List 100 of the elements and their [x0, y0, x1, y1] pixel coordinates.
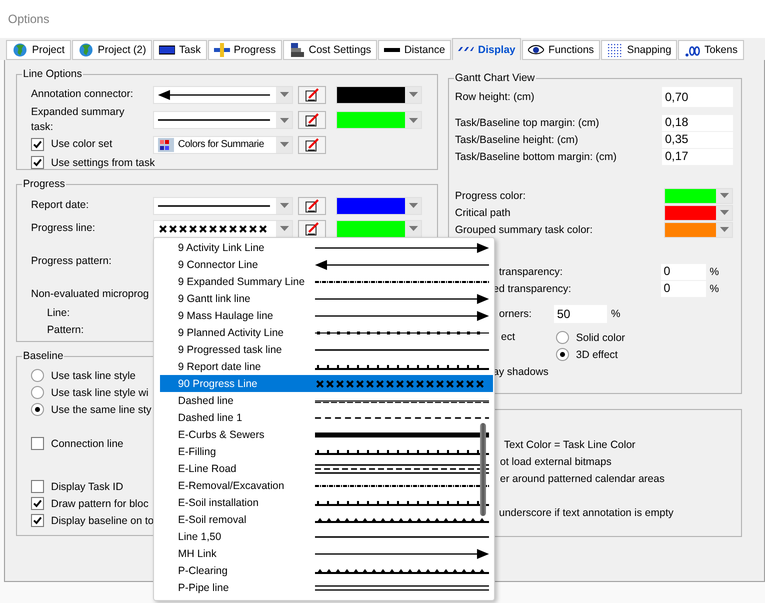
edit-button[interactable]	[298, 196, 326, 214]
tab[interactable]: Project (2)	[72, 40, 152, 60]
edit-button[interactable]	[298, 86, 326, 104]
radio-label: Use task line style wi	[51, 386, 148, 398]
radio-button[interactable]	[556, 331, 569, 344]
radio-label: Use task line style	[51, 370, 136, 382]
group-title: Gantt Chart View	[454, 72, 536, 84]
edit-button[interactable]	[298, 136, 326, 154]
line-style-dropdown[interactable]	[153, 86, 293, 104]
input-field[interactable]: 0,17	[662, 148, 733, 164]
list-item[interactable]: E-Filling	[160, 443, 493, 460]
checkbox-label: er around patterned calendar areas	[500, 472, 665, 484]
input-field[interactable]: 50	[554, 305, 607, 323]
line-style-dropdown[interactable]	[153, 111, 293, 129]
tab[interactable]: Progress	[208, 40, 282, 60]
radio-button[interactable]	[31, 386, 44, 399]
checkbox-label: underscore if text annotation is empty	[499, 506, 674, 518]
input-field[interactable]: 0,18	[662, 114, 733, 130]
checkbox[interactable]	[31, 480, 44, 493]
radio-button[interactable]	[31, 369, 44, 382]
input-field[interactable]: 0	[660, 280, 706, 296]
caret-icon	[280, 118, 288, 122]
radio-label: Solid color	[576, 332, 626, 344]
field-label: Task/Baseline height: (cm)	[455, 134, 580, 146]
tab[interactable]: Functions	[522, 40, 600, 60]
caret-icon	[408, 118, 418, 122]
scrollbar-thumb[interactable]	[480, 423, 486, 516]
caret-icon	[280, 203, 288, 208]
checkbox[interactable]	[31, 437, 44, 450]
caret-icon	[280, 226, 288, 231]
list-item[interactable]: 9 Expanded Summary Line	[160, 273, 493, 290]
field-label: Grouped summary task color:	[455, 224, 594, 236]
list-item[interactable]: Line 1,50	[160, 528, 493, 545]
list-item[interactable]: 9 Gantt link line	[160, 290, 493, 307]
line-style-dropdown[interactable]	[153, 220, 293, 238]
palette-icon	[158, 138, 174, 152]
radio-label: Use the same line sty	[51, 404, 152, 416]
color-dropdown[interactable]	[664, 204, 733, 220]
checkbox-label: Text Color = Task Line Color	[504, 438, 636, 450]
list-item[interactable]: 9 Report date line	[160, 358, 493, 375]
field-label: Row height: (cm)	[455, 91, 536, 103]
caret-icon	[408, 92, 418, 97]
color-set-dropdown[interactable]: Colors for Summarie	[153, 136, 293, 154]
list-item[interactable]: 9 Activity Link Line	[160, 239, 493, 256]
tab[interactable]: Project	[6, 40, 71, 60]
list-item[interactable]: 9 Connector Line	[160, 256, 493, 273]
tab[interactable]: Tokens	[678, 40, 744, 60]
bar-icon	[159, 43, 176, 57]
tab[interactable]: Cost Settings	[282, 40, 378, 60]
checkbox[interactable]	[31, 497, 44, 510]
globe-icon	[12, 43, 28, 57]
list-item[interactable]: E-Line Road	[160, 460, 493, 477]
tab[interactable]: Display	[452, 38, 522, 60]
group-title: Progress	[22, 178, 66, 190]
list-item[interactable]: P-Pipe line	[160, 579, 493, 596]
checkbox[interactable]	[31, 514, 44, 527]
list-item[interactable]: 9 Progressed task line	[160, 341, 493, 358]
checkbox-label: Draw pattern for bloc	[51, 498, 148, 510]
list-item[interactable]: E-Curbs & Sewers	[160, 426, 493, 443]
checkbox-label: Connection line	[51, 438, 124, 450]
list-item[interactable]: E-Soil removal	[160, 511, 493, 528]
checkbox[interactable]	[31, 156, 44, 169]
tab[interactable]: Task	[153, 40, 207, 60]
checkbox-label: Use color set	[51, 138, 112, 151]
unit-label: %	[710, 282, 719, 294]
input-field[interactable]: 0,35	[662, 132, 733, 148]
edit-icon	[305, 113, 319, 127]
field-label: Task/Baseline top margin: (cm)	[455, 116, 600, 128]
field-label: Progress color:	[455, 190, 527, 202]
radio-button[interactable]	[556, 348, 569, 361]
list-item[interactable]: E-Removal/Excavation	[160, 477, 493, 494]
color-dropdown[interactable]	[336, 86, 422, 104]
list-item[interactable]: MH Link	[160, 545, 493, 562]
grid-icon	[606, 43, 623, 57]
radio-button[interactable]	[31, 403, 44, 416]
caret-icon	[280, 142, 288, 147]
list-item[interactable]: P-Clearing	[160, 562, 493, 579]
list-item[interactable]: 90 Progress Line	[160, 375, 493, 392]
field-label: transparency:	[499, 266, 564, 278]
list-item[interactable]: Dashed line 1	[160, 409, 493, 426]
field-label: Pattern:	[47, 324, 85, 337]
color-dropdown[interactable]	[664, 222, 733, 238]
tab[interactable]: Distance	[378, 40, 452, 60]
list-item[interactable]: 9 Mass Haulage line	[160, 307, 493, 324]
input-field[interactable]: 0,70	[662, 87, 733, 107]
edit-button[interactable]	[298, 220, 326, 238]
list-item[interactable]: Dashed line	[160, 392, 493, 409]
tab[interactable]: Snapping	[600, 40, 678, 60]
color-dropdown[interactable]	[664, 188, 733, 204]
stack-icon	[288, 43, 305, 57]
color-dropdown[interactable]	[336, 111, 422, 129]
checkbox[interactable]	[31, 138, 44, 151]
list-item[interactable]: E-Soil installation	[160, 494, 493, 511]
line-style-dropdown[interactable]	[153, 196, 293, 214]
color-dropdown[interactable]	[336, 196, 422, 214]
input-field[interactable]: 0	[660, 264, 706, 280]
list-item[interactable]: 9 Planned Activity Line	[160, 324, 493, 341]
color-dropdown[interactable]	[336, 220, 422, 238]
unit-label: %	[611, 308, 620, 320]
edit-button[interactable]	[298, 111, 326, 129]
